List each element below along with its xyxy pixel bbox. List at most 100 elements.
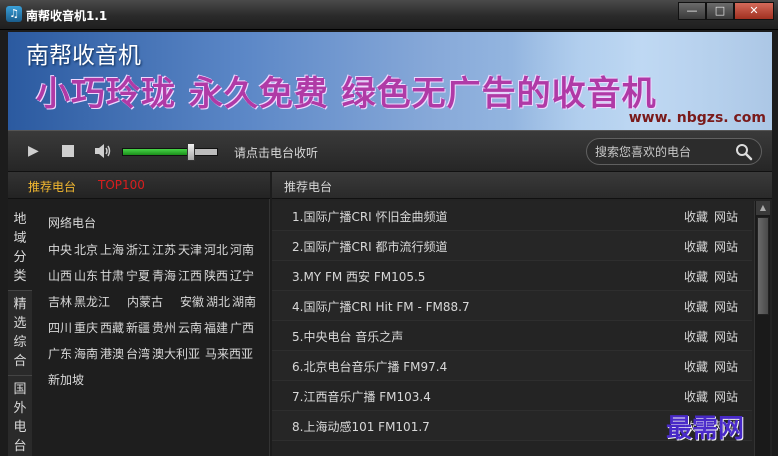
- station-name[interactable]: 4.国际广播CRI Hit FM - FM88.7: [292, 298, 470, 315]
- region-item[interactable]: 黑龙江: [74, 293, 126, 309]
- region-item[interactable]: 四川: [48, 319, 73, 335]
- website-link[interactable]: 网站: [714, 268, 738, 285]
- minimize-button[interactable]: —: [678, 2, 706, 20]
- region-item[interactable]: 湖北: [206, 293, 231, 309]
- speaker-glyph: [95, 144, 111, 158]
- station-panel-title: 推荐电台: [284, 180, 333, 194]
- region-item[interactable]: 山西: [48, 267, 73, 283]
- station-name[interactable]: 3.MY FM 西安 FM105.5: [292, 268, 425, 285]
- side-tab-foreign[interactable]: 国外电台: [8, 375, 32, 456]
- search-input[interactable]: [595, 143, 731, 161]
- website-link[interactable]: 网站: [714, 358, 738, 375]
- magnifier-glyph: [736, 144, 753, 161]
- banner-slogan: 小巧玲珑 永久免费 绿色无广告的收音机: [36, 74, 657, 114]
- search-icon[interactable]: [735, 143, 753, 164]
- close-button[interactable]: ✕: [734, 2, 774, 20]
- website-link[interactable]: 网站: [714, 208, 738, 225]
- window-title: 南帮收音机1.1: [26, 9, 108, 23]
- tab-recommend[interactable]: 推荐电台: [28, 178, 76, 195]
- region-item[interactable]: 北京: [74, 241, 99, 257]
- favorite-link[interactable]: 收藏: [684, 298, 708, 315]
- favorite-link[interactable]: 收藏: [684, 268, 708, 285]
- scroll-up-icon[interactable]: ▲: [756, 201, 770, 215]
- station-name[interactable]: 7.江西音乐广播 FM103.4: [292, 388, 431, 405]
- website-link[interactable]: 网站: [714, 238, 738, 255]
- region-item[interactable]: 重庆: [74, 319, 99, 335]
- banner-brand: 南帮收音机: [26, 43, 141, 69]
- station-name[interactable]: 6.北京电台音乐广播 FM97.4: [292, 358, 447, 375]
- website-link[interactable]: 网站: [714, 328, 738, 345]
- region-item[interactable]: 陕西: [204, 267, 229, 283]
- region-item[interactable]: 福建: [204, 319, 229, 335]
- website-link[interactable]: 网站: [714, 298, 738, 315]
- region-item[interactable]: 安徽: [180, 293, 205, 309]
- region-item[interactable]: 河南: [230, 241, 255, 257]
- favorite-link[interactable]: 收藏: [684, 388, 708, 405]
- region-item[interactable]: 湖南: [232, 293, 257, 309]
- station-row[interactable]: 5.中央电台 音乐之声 收藏 网站: [272, 321, 752, 351]
- region-item[interactable]: 云南: [178, 319, 203, 335]
- favorite-link[interactable]: 收藏: [684, 208, 708, 225]
- region-item[interactable]: 山东: [74, 267, 99, 283]
- favorite-link[interactable]: 收藏: [684, 238, 708, 255]
- station-row[interactable]: 3.MY FM 西安 FM105.5 收藏 网站: [272, 261, 752, 291]
- region-item[interactable]: 上海: [100, 241, 125, 257]
- player-bar: ▶ 请点击电台收听: [8, 130, 772, 172]
- play-icon[interactable]: ▶: [28, 143, 39, 159]
- station-name[interactable]: 8.上海动感101 FM101.7: [292, 418, 430, 435]
- window-controls: — □ ✕: [678, 2, 774, 20]
- region-item[interactable]: 宁夏: [126, 267, 151, 283]
- scroll-thumb[interactable]: [757, 217, 769, 315]
- region-item[interactable]: 澳大利亚: [152, 345, 204, 361]
- tab-top100[interactable]: TOP100: [98, 178, 145, 192]
- region-item[interactable]: 天津: [178, 241, 203, 257]
- region-item[interactable]: 广东: [48, 345, 73, 361]
- region-item[interactable]: 广西: [230, 319, 255, 335]
- stop-icon[interactable]: [62, 145, 74, 157]
- station-row[interactable]: 1.国际广播CRI 怀旧金曲频道 收藏 网站: [272, 201, 752, 231]
- speaker-icon[interactable]: [94, 143, 112, 163]
- region-item[interactable]: 河北: [204, 241, 229, 257]
- side-tab-featured[interactable]: 精选综合: [8, 290, 32, 375]
- region-item[interactable]: 吉林: [48, 293, 73, 309]
- region-item[interactable]: 浙江: [126, 241, 151, 257]
- scrollbar[interactable]: ▲: [754, 201, 770, 456]
- region-item[interactable]: 港澳: [100, 345, 125, 361]
- region-item[interactable]: 中央: [48, 241, 73, 257]
- website-link[interactable]: 网站: [714, 388, 738, 405]
- region-item[interactable]: 西藏: [100, 319, 125, 335]
- station-row[interactable]: 2.国际广播CRI 都市流行频道 收藏 网站: [272, 231, 752, 261]
- region-item[interactable]: 江西: [178, 267, 203, 283]
- region-item[interactable]: 马来西亚: [205, 345, 257, 361]
- category-panel: 推荐电台 TOP100 地域分类 精选综合 国外电台 网络电台 中央 北京 上海 浙江…: [8, 172, 270, 456]
- region-item[interactable]: 内蒙古: [127, 293, 179, 309]
- region-item[interactable]: 海南: [74, 345, 99, 361]
- side-tabs: 地域分类 精选综合 国外电台: [8, 206, 34, 456]
- station-name[interactable]: 2.国际广播CRI 都市流行频道: [292, 238, 448, 255]
- station-row[interactable]: 6.北京电台音乐广播 FM97.4 收藏 网站: [272, 351, 752, 381]
- maximize-button[interactable]: □: [706, 2, 734, 20]
- station-panel-header: 推荐电台: [272, 172, 772, 199]
- volume-thumb[interactable]: [187, 143, 195, 161]
- station-row[interactable]: 7.江西音乐广播 FM103.4 收藏 网站: [272, 381, 752, 411]
- region-item[interactable]: 江苏: [152, 241, 177, 257]
- region-content: 网络电台 中央 北京 上海 浙江 江苏 天津 河北 河南山西 山东 甘肃 宁夏 青海 江西 陕西 辽宁吉林黑…: [48, 214, 268, 397]
- volume-fill: [123, 149, 190, 155]
- favorite-link[interactable]: 收藏: [684, 358, 708, 375]
- status-hint: 请点击电台收听: [234, 146, 319, 160]
- region-item[interactable]: 新疆: [126, 319, 151, 335]
- region-grid: 中央 北京 上海 浙江 江苏 天津 河北 河南山西 山东 甘肃 宁夏 青海 江西 陕西 辽宁吉林 黑龙江 内蒙古…: [48, 241, 268, 397]
- station-name[interactable]: 5.中央电台 音乐之声: [292, 328, 403, 345]
- region-item[interactable]: 贵州: [152, 319, 177, 335]
- station-name[interactable]: 1.国际广播CRI 怀旧金曲频道: [292, 208, 448, 225]
- region-header[interactable]: 网络电台: [48, 214, 268, 231]
- region-item[interactable]: 辽宁: [230, 267, 255, 283]
- volume-slider[interactable]: [122, 143, 218, 161]
- region-item[interactable]: 台湾: [126, 345, 151, 361]
- station-row[interactable]: 4.国际广播CRI Hit FM - FM88.7 收藏 网站: [272, 291, 752, 321]
- favorite-link[interactable]: 收藏: [684, 328, 708, 345]
- side-tab-region[interactable]: 地域分类: [8, 206, 32, 290]
- region-item[interactable]: 甘肃: [100, 267, 125, 283]
- region-item[interactable]: 新加坡: [48, 371, 100, 387]
- region-item[interactable]: 青海: [152, 267, 177, 283]
